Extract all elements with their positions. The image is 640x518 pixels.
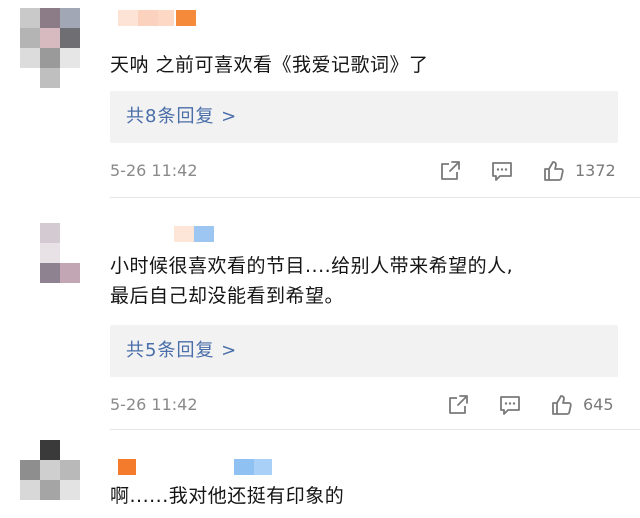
- divider: [110, 197, 640, 198]
- share-icon[interactable]: [446, 393, 470, 417]
- comment-text: 啊......我对他还挺有印象的: [110, 485, 345, 507]
- comment-text: 天呐 之前可喜欢看《我爱记歌词》了: [110, 54, 429, 76]
- username-redacted[interactable]: [118, 459, 278, 475]
- view-replies-button[interactable]: 共8条回复 >: [110, 91, 618, 143]
- like-icon[interactable]: [550, 393, 574, 417]
- view-replies-button[interactable]: 共5条回复 >: [110, 325, 618, 377]
- avatar[interactable]: [20, 8, 80, 88]
- comment-time: 5-26 11:42: [110, 395, 198, 414]
- username-redacted[interactable]: [118, 10, 198, 26]
- comment-meta: 5-26 11:42 645: [110, 391, 620, 419]
- share-icon[interactable]: [438, 159, 462, 183]
- comment-time: 5-26 11:42: [110, 161, 198, 180]
- comment-icon[interactable]: [498, 393, 522, 417]
- comment-meta: 5-26 11:42 1372: [110, 157, 620, 185]
- comment-icon[interactable]: [490, 159, 514, 183]
- comment-text-line: 最后自己却没能看到希望。: [110, 285, 345, 307]
- username-redacted[interactable]: [174, 226, 218, 242]
- replies-count-label: 共8条回复 >: [126, 106, 238, 127]
- replies-count-label: 共5条回复 >: [126, 340, 238, 361]
- like-icon[interactable]: [542, 159, 566, 183]
- comment-feed: 天呐 之前可喜欢看《我爱记歌词》了 共8条回复 > 5-26 11:42 137…: [0, 0, 640, 518]
- avatar[interactable]: [20, 440, 80, 500]
- like-count: 1372: [575, 161, 616, 180]
- avatar[interactable]: [20, 223, 80, 283]
- comment-text-line: 小时候很喜欢看的节目....给别人带来希望的人,: [110, 255, 514, 277]
- like-count: 645: [583, 395, 614, 414]
- divider: [110, 429, 640, 430]
- comment-text: 小时候很喜欢看的节目....给别人带来希望的人, 最后自己却没能看到希望。: [110, 251, 620, 311]
